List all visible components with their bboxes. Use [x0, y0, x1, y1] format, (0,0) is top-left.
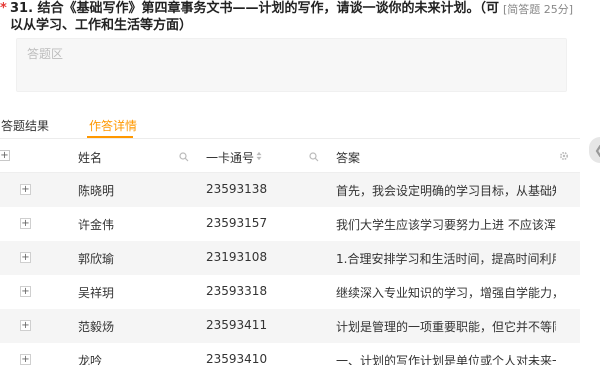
cell-answer: 计划是管理的一项重要职能，但它并不等同于...	[336, 320, 556, 334]
gear-icon[interactable]	[559, 151, 569, 161]
cell-answer: 首先，我会设定明确的学习目标，从基础知识...	[336, 184, 556, 198]
tab-bar: 答题结果 作答详情	[0, 113, 580, 139]
row-expand-button[interactable]: +	[20, 218, 31, 229]
row-expand-button[interactable]: +	[20, 354, 31, 365]
table-row: + 龙吟 23593410 一、计划的写作计划是单位或个人对未来一定...	[0, 343, 580, 365]
table-row: + 吴祥玥 23593318 继续深入专业知识的学习，增强自学能力，除...	[0, 275, 580, 309]
answer-table: + 姓名 一卡通号 答案 + 陈晓明 23593138 首先，我会设定明确的学习…	[0, 140, 580, 365]
table-row: + 陈晓明 23593138 首先，我会设定明确的学习目标，从基础知识...	[0, 173, 580, 207]
question-header: * 31. 结合《基础写作》第四章事务文书——计划的写作，请谈一谈你的未来计划。…	[0, 0, 600, 38]
cell-card: 23193108	[206, 250, 268, 264]
required-asterisk: *	[0, 1, 7, 16]
answer-area[interactable]: 答题区	[16, 38, 567, 92]
table-row: + 郭欣瑜 23193108 1.合理安排学习和生活时间，提高时间利用效...	[0, 241, 580, 275]
column-header-name: 姓名	[78, 151, 103, 165]
cell-answer: 1.合理安排学习和生活时间，提高时间利用效...	[336, 252, 556, 266]
cell-card: 23593157	[206, 216, 268, 230]
table-row: + 范毅炀 23593411 计划是管理的一项重要职能，但它并不等同于...	[0, 309, 580, 343]
side-scroll-handle[interactable]: ❮	[589, 137, 600, 163]
cell-name: 许金伟	[78, 218, 115, 232]
question-type-score: [简答题 25分]	[503, 3, 574, 16]
sort-icon[interactable]	[254, 151, 264, 161]
search-icon[interactable]	[179, 152, 189, 162]
column-header-card: 一卡通号	[206, 151, 255, 165]
active-tab-indicator	[87, 136, 133, 138]
cell-card: 23593410	[206, 352, 268, 365]
table-header: + 姓名 一卡通号 答案	[0, 140, 580, 173]
column-header-answer: 答案	[336, 151, 361, 165]
cell-card: 23593411	[206, 318, 268, 332]
expand-all-button[interactable]: +	[0, 150, 10, 161]
cell-answer: 一、计划的写作计划是单位或个人对未来一定...	[336, 354, 556, 365]
answer-placeholder: 答题区	[27, 47, 64, 61]
row-expand-button[interactable]: +	[20, 184, 31, 195]
cell-name: 龙吟	[78, 354, 103, 365]
cell-card: 23593318	[206, 284, 268, 298]
cell-name: 郭欣瑜	[78, 252, 115, 266]
chevron-left-icon: ❮	[594, 143, 600, 157]
row-expand-button[interactable]: +	[20, 320, 31, 331]
row-expand-button[interactable]: +	[20, 286, 31, 297]
cell-name: 吴祥玥	[78, 286, 115, 300]
cell-answer: 继续深入专业知识的学习，增强自学能力，除...	[336, 286, 556, 300]
tab-answer-result[interactable]: 答题结果	[1, 117, 49, 134]
table-row: + 许金伟 23593157 我们大学生应该学习要努力上进 不应该浑浑...	[0, 207, 580, 241]
cell-answer: 我们大学生应该学习要努力上进 不应该浑浑...	[336, 218, 556, 232]
tab-answer-detail[interactable]: 作答详情	[89, 117, 137, 134]
search-icon[interactable]	[309, 152, 319, 162]
row-expand-button[interactable]: +	[20, 252, 31, 263]
cell-name: 范毅炀	[78, 320, 115, 334]
cell-name: 陈晓明	[78, 184, 115, 198]
cell-card: 23593138	[206, 182, 268, 196]
question-text: 31. 结合《基础写作》第四章事务文书——计划的写作，请谈一谈你的未来计划。（可…	[10, 1, 500, 33]
